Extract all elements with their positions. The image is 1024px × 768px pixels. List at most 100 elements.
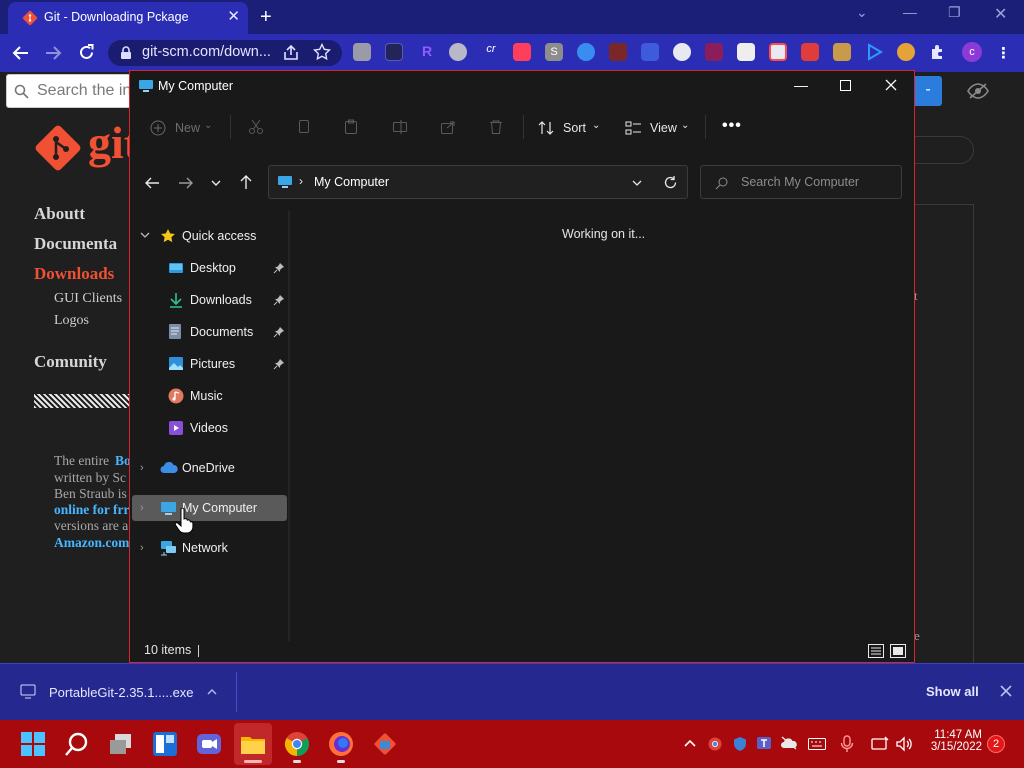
pin-icon[interactable] bbox=[273, 262, 285, 274]
forward-icon[interactable] bbox=[44, 44, 62, 62]
download-item[interactable]: PortableGit-2.35.1.....exe bbox=[49, 685, 194, 700]
paste-icon[interactable] bbox=[343, 119, 359, 135]
explorer-close-icon[interactable] bbox=[885, 79, 897, 91]
nav-network[interactable]: › Network bbox=[132, 535, 287, 561]
copy-icon[interactable] bbox=[296, 119, 312, 135]
extensions-puzzle-icon[interactable] bbox=[929, 43, 947, 61]
reload-icon[interactable] bbox=[77, 43, 96, 62]
rename-icon[interactable] bbox=[392, 119, 408, 135]
nav-about[interactable]: Aboutt bbox=[34, 204, 85, 224]
show-all-downloads-button[interactable]: Show all bbox=[926, 684, 979, 699]
explorer-title-bar[interactable]: My Computer — bbox=[130, 71, 914, 103]
nav-downloads[interactable]: Downloads bbox=[34, 264, 114, 284]
nav-documents[interactable]: Documents bbox=[132, 319, 287, 345]
explorer-maximize-icon[interactable] bbox=[840, 80, 851, 91]
nav-music[interactable]: Music bbox=[132, 383, 287, 409]
tray-volume-icon[interactable] bbox=[895, 736, 913, 752]
taskbar-search-icon[interactable] bbox=[64, 731, 90, 757]
nav-logos[interactable]: Logos bbox=[54, 313, 89, 329]
nav-onedrive[interactable]: › OneDrive bbox=[132, 455, 287, 481]
more-options-icon[interactable]: ••• bbox=[722, 117, 742, 135]
explorer-minimize-icon[interactable]: — bbox=[794, 77, 808, 93]
teams-chat-icon[interactable] bbox=[196, 731, 222, 757]
pane-splitter[interactable] bbox=[288, 211, 290, 641]
browser-close-icon[interactable]: ✕ bbox=[994, 4, 1007, 24]
expand-chevron-icon[interactable]: › bbox=[140, 502, 144, 514]
nav-gui-clients[interactable]: GUI Clients bbox=[54, 291, 122, 307]
tab-close-icon[interactable]: ✕ bbox=[227, 7, 240, 25]
extension-screen-icon[interactable] bbox=[801, 43, 819, 61]
git-installer-icon[interactable] bbox=[372, 731, 398, 757]
recent-locations-chevron-icon[interactable] bbox=[210, 177, 222, 189]
book-amazon-link[interactable]: Amazon.com bbox=[54, 535, 129, 551]
site-search-input[interactable]: Search the in bbox=[6, 74, 131, 108]
extension-circle-icon[interactable] bbox=[673, 43, 691, 61]
address-bar[interactable]: git-scm.com/down... bbox=[108, 40, 342, 66]
download-menu-chevron-icon[interactable] bbox=[206, 687, 218, 697]
cut-icon[interactable] bbox=[248, 119, 264, 135]
task-view-icon[interactable] bbox=[108, 731, 134, 757]
extension-r-icon[interactable]: R bbox=[418, 43, 436, 61]
address-dropdown-icon[interactable] bbox=[631, 177, 643, 189]
breadcrumb-my-computer[interactable]: My Computer bbox=[314, 175, 389, 189]
close-download-bar-icon[interactable] bbox=[1000, 685, 1012, 697]
expand-chevron-icon[interactable]: › bbox=[140, 542, 144, 554]
pin-icon[interactable] bbox=[273, 294, 285, 306]
extension-pink-icon[interactable] bbox=[705, 43, 723, 61]
tray-onedrive-icon[interactable] bbox=[780, 736, 798, 750]
extension-cat-icon[interactable] bbox=[833, 43, 851, 61]
nav-downloads[interactable]: Downloads bbox=[132, 287, 287, 313]
explorer-forward-icon[interactable] bbox=[178, 175, 194, 191]
tray-network-icon[interactable] bbox=[871, 736, 889, 752]
nav-pictures[interactable]: Pictures bbox=[132, 351, 287, 377]
pin-icon[interactable] bbox=[273, 358, 285, 370]
show-hidden-icons-icon[interactable] bbox=[684, 738, 696, 748]
extension-cr-icon[interactable]: cr bbox=[482, 43, 500, 61]
tray-teams-icon[interactable] bbox=[756, 735, 772, 751]
extension-red-icon[interactable] bbox=[609, 43, 627, 61]
share-icon[interactable] bbox=[282, 44, 300, 62]
extension-diamond-icon[interactable] bbox=[737, 43, 755, 61]
explorer-search-input[interactable]: Search My Computer bbox=[700, 165, 902, 199]
tray-keyboard-icon[interactable] bbox=[808, 738, 826, 750]
expand-chevron-icon[interactable] bbox=[140, 232, 150, 240]
browser-tab[interactable]: Git - Downloading Pckage ✕ bbox=[8, 2, 248, 34]
share-file-icon[interactable] bbox=[440, 119, 456, 135]
large-icons-view-icon[interactable] bbox=[890, 644, 906, 658]
extension-tag-icon[interactable] bbox=[769, 43, 787, 61]
tray-chrome-icon[interactable] bbox=[708, 737, 722, 751]
hide-eye-icon[interactable] bbox=[966, 82, 990, 100]
minimize-icon[interactable]: — bbox=[903, 4, 917, 20]
notification-badge[interactable]: 2 bbox=[987, 735, 1005, 753]
widgets-icon[interactable] bbox=[152, 731, 178, 757]
pin-icon[interactable] bbox=[273, 326, 285, 338]
chrome-icon[interactable] bbox=[284, 731, 310, 757]
up-folder-icon[interactable] bbox=[238, 174, 254, 190]
nav-community[interactable]: Comunity bbox=[34, 352, 107, 372]
start-windows-icon[interactable] bbox=[20, 731, 46, 757]
nav-desktop[interactable]: Desktop bbox=[132, 255, 287, 281]
nav-my-computer[interactable]: › My Computer bbox=[132, 495, 287, 521]
new-tab-icon[interactable]: + bbox=[260, 6, 272, 29]
explorer-address-bar[interactable]: › My Computer bbox=[268, 165, 688, 199]
extension-grid-icon[interactable] bbox=[641, 43, 659, 61]
tray-security-icon[interactable] bbox=[732, 736, 748, 752]
site-search-button[interactable]: - bbox=[914, 76, 942, 106]
extension-play-icon[interactable] bbox=[865, 43, 883, 61]
refresh-icon[interactable] bbox=[663, 175, 678, 190]
extension-cursor-icon[interactable] bbox=[513, 43, 531, 61]
restore-icon[interactable]: ❐ bbox=[948, 4, 961, 21]
browser-menu-icon[interactable]: ⋮ bbox=[996, 44, 1011, 62]
back-icon[interactable] bbox=[12, 44, 30, 62]
firefox-icon[interactable] bbox=[328, 731, 354, 757]
nav-documentation[interactable]: Documenta bbox=[34, 234, 117, 254]
extension-cloud-icon[interactable] bbox=[449, 43, 467, 61]
tray-microphone-icon[interactable] bbox=[840, 735, 854, 753]
sort-button[interactable]: Sort ⌄ bbox=[538, 119, 602, 137]
taskbar-clock[interactable]: 11:47 AM 3/15/2022 bbox=[926, 729, 982, 753]
nav-quick-access[interactable]: Quick access bbox=[132, 223, 287, 249]
extension-edge-icon[interactable] bbox=[577, 43, 595, 61]
extension-2-icon[interactable] bbox=[385, 43, 403, 61]
explorer-back-icon[interactable] bbox=[144, 175, 160, 191]
expand-chevron-icon[interactable]: › bbox=[140, 462, 144, 474]
